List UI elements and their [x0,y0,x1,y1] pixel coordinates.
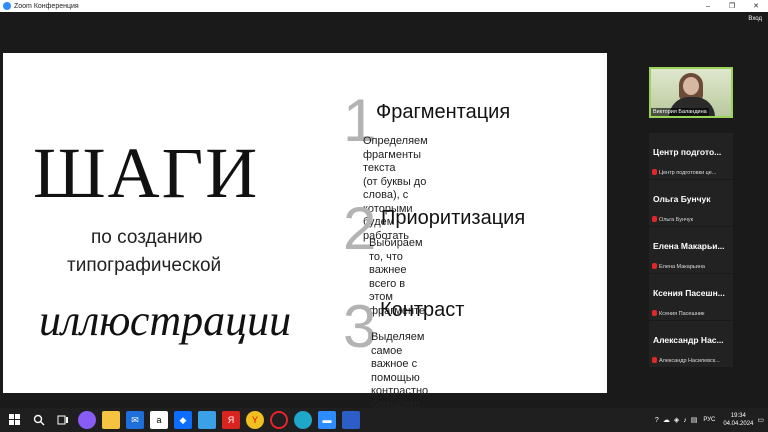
cloud-icon[interactable]: ☁ [663,416,670,424]
participant-label: Александр Насилевск... [659,358,720,364]
zoom-app-icon [3,2,11,10]
office-icon[interactable] [342,411,360,429]
close-button[interactable]: ✕ [744,0,768,12]
view-button[interactable]: Вход [748,16,762,22]
language-indicator[interactable]: РУС [703,417,715,423]
participant-name: Елена Макарьи... [653,241,725,251]
notifications-icon[interactable]: ▭ [757,416,764,424]
participant-name: Ксения Пасешн... [653,288,725,298]
title-bar: Zoom Конференция ‒ ❐ ✕ [0,0,768,12]
dropbox-icon[interactable]: ◆ [174,411,192,429]
participant-name: Александр Нас... [653,335,724,345]
windows-taskbar: ✉ a ◆ Я Y ▬ ? ☁ ◈ ♪ ▤ РУС 19:34 04.04.20… [0,408,768,432]
shield-icon[interactable]: ◈ [674,416,679,424]
participant-label: Ксения Пасешник [659,311,705,317]
participant-label: Ольга Бунчук [659,217,694,223]
slide-subtitle-line2: типографической [67,255,222,276]
opera-icon[interactable] [270,411,288,429]
amazon-icon[interactable]: a [150,411,168,429]
muted-mic-icon [652,216,657,222]
step-title: Контраст [380,299,465,321]
window-title: Zoom Конференция [14,2,79,10]
slide-subtitle-line1: по созданию [91,227,203,248]
volume-icon[interactable]: ♪ [683,417,687,424]
muted-mic-icon [652,310,657,316]
muted-mic-icon [652,357,657,363]
muted-mic-icon [652,169,657,175]
windows-icon[interactable] [6,411,24,429]
step-title: Фрагментация [376,101,511,123]
self-name-label: Виктория Баландина [651,108,709,116]
edge-icon[interactable] [294,411,312,429]
file-explorer-icon[interactable] [102,411,120,429]
participant-tile[interactable]: Центр подгото... Центр подготовки це... [649,133,733,179]
zoom-icon[interactable]: ▬ [318,411,336,429]
step-title: Приоритизация [381,207,526,229]
alice-icon[interactable] [78,411,96,429]
search-icon[interactable] [30,411,48,429]
participant-face [683,77,699,95]
meeting-area: Вход ШАГИ по созданию типографической ил… [0,12,768,432]
participant-label: Елена Макарьина [659,264,705,270]
clock-time: 19:34 [730,413,746,419]
system-tray: ? ☁ ◈ ♪ ▤ РУС 19:34 04.04.2024 ▭ [651,408,764,432]
participant-name: Ольга Бунчук [653,194,711,204]
muted-mic-icon [652,263,657,269]
minimize-button[interactable]: ‒ [696,0,720,12]
network-icon[interactable]: ▤ [691,416,698,424]
misc-icon[interactable] [198,411,216,429]
shared-slide: ШАГИ по созданию типографической иллюстр… [3,53,607,432]
participant-tile[interactable]: Александр Нас... Александр Насилевск... [649,321,733,367]
participant-tile[interactable]: Ольга Бунчук Ольга Бунчук [649,180,733,226]
zoom-window: Zoom Конференция ‒ ❐ ✕ Вход ШАГИ по созд… [0,0,768,432]
participant-tile[interactable]: Елена Макарьи... Елена Макарьина [649,227,733,273]
help-icon[interactable]: ? [655,417,659,424]
participant-name: Центр подгото... [653,147,722,157]
participant-label: Центр подготовки це... [659,170,717,176]
task-view-icon[interactable] [54,411,72,429]
slide-title: ШАГИ [33,133,260,213]
participant-tile[interactable]: Ксения Пасешн... Ксения Пасешник [649,274,733,320]
clock[interactable]: 19:34 04.04.2024 [723,412,753,428]
yandex-browser-icon[interactable]: Y [246,411,264,429]
yandex-icon[interactable]: Я [222,411,240,429]
slide-script-word: иллюстрации [39,296,292,345]
self-video-tile[interactable]: Виктория Баландина [649,67,733,118]
maximize-button[interactable]: ❐ [720,0,744,12]
mail-icon[interactable]: ✉ [126,411,144,429]
clock-date: 04.04.2024 [723,421,754,427]
